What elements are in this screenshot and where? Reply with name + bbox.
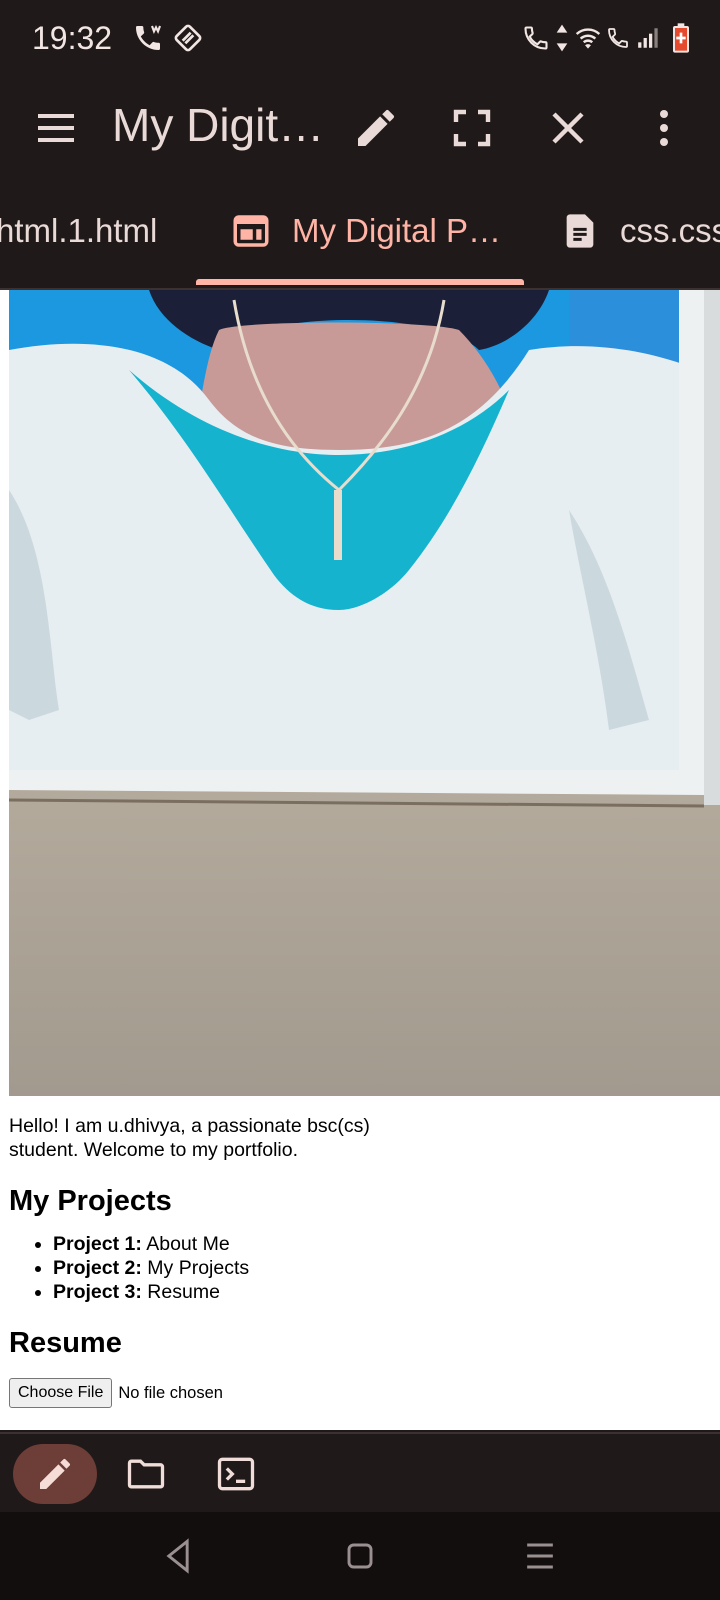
choose-file-button[interactable]: Choose File	[9, 1378, 113, 1408]
bottom-toolbar	[0, 1432, 720, 1514]
tab-label: html.1.html	[0, 212, 158, 249]
resume-heading: Resume	[9, 1327, 122, 1359]
app-title: My Digit…	[112, 99, 325, 151]
terminal-button[interactable]	[208, 1444, 264, 1504]
list-item: Project 2: My Projects	[53, 1256, 709, 1280]
rotate-lock-icon	[174, 24, 202, 52]
home-icon[interactable]	[338, 1534, 382, 1578]
file-input: Choose File No file chosen	[9, 1378, 709, 1408]
back-icon[interactable]	[156, 1534, 200, 1578]
web-preview[interactable]: Hello! I am u.dhivya, a passionate bsc(c…	[0, 290, 720, 1430]
active-tab-indicator	[196, 279, 524, 285]
editor-button[interactable]	[13, 1444, 97, 1504]
terminal-icon	[217, 1457, 255, 1491]
recents-icon[interactable]	[518, 1534, 562, 1578]
more-vert-icon[interactable]	[640, 104, 688, 152]
profile-photo	[9, 290, 720, 1096]
hamburger-menu-icon[interactable]	[32, 104, 80, 152]
call-icon	[524, 26, 548, 50]
folder-icon	[127, 1459, 165, 1489]
tab-css-file[interactable]: css.css	[560, 176, 720, 286]
document-icon	[566, 214, 594, 248]
close-icon[interactable]	[544, 104, 592, 152]
list-item: Project 1: About Me	[53, 1232, 709, 1256]
system-nav-bar	[0, 1512, 720, 1600]
app-bar: My Digit…	[0, 80, 720, 176]
files-button[interactable]	[118, 1444, 174, 1504]
edit-icon	[40, 1458, 70, 1489]
tab-html-file[interactable]: html.1.html	[0, 176, 157, 286]
portfolio-content: Hello! I am u.dhivya, a passionate bsc(c…	[9, 1114, 709, 1408]
tab-preview[interactable]: My Digital P…	[230, 176, 501, 286]
web-preview-icon	[233, 215, 269, 247]
file-tabs: html.1.html My Digital P… css.css	[0, 176, 720, 290]
battery-charging-icon	[673, 23, 689, 53]
list-item: Project 3: Resume	[53, 1280, 709, 1304]
wifi-call-icon	[608, 28, 628, 48]
intro-text: Hello! I am u.dhivya, a passionate bsc(c…	[9, 1115, 370, 1161]
wifi-calling-icon	[136, 24, 161, 50]
fullscreen-icon[interactable]	[448, 104, 496, 152]
tab-label: css.css	[620, 212, 720, 249]
edit-icon[interactable]	[352, 104, 400, 152]
projects-heading: My Projects	[9, 1185, 172, 1217]
projects-list: Project 1: About Me Project 2: My Projec…	[9, 1232, 709, 1304]
file-status-text: No file chosen	[118, 1384, 223, 1402]
status-time: 19:32	[32, 20, 113, 56]
status-bar: 19:32	[0, 0, 720, 80]
tab-label: My Digital P…	[292, 212, 502, 249]
wifi-icon	[575, 28, 601, 49]
data-arrows-icon	[556, 24, 568, 52]
signal-icon	[638, 28, 658, 48]
